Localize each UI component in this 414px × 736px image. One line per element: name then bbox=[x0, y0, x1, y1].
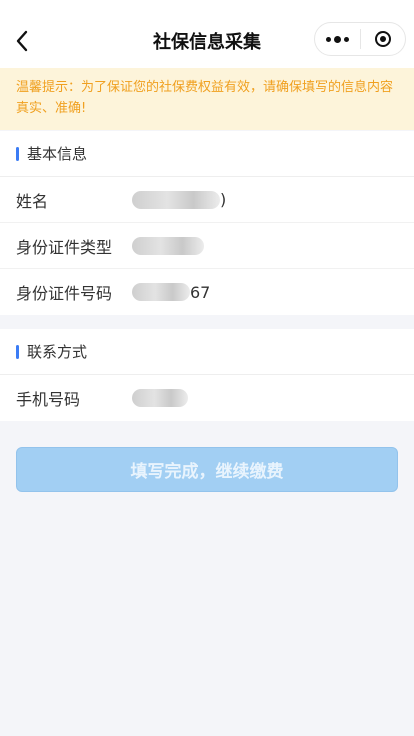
redacted-mask bbox=[132, 190, 220, 209]
value-suffix: 67 bbox=[190, 282, 211, 302]
basic-info-section: 基本信息 姓名 ) 身份证件类型 身份证件号码 67 bbox=[0, 131, 414, 315]
id-number-field[interactable]: 身份证件号码 67 bbox=[0, 269, 414, 315]
navigation-bar: 社保信息采集 bbox=[0, 0, 414, 68]
field-label: 身份证件类型 bbox=[16, 237, 113, 257]
field-label: 身份证件号码 bbox=[16, 284, 113, 303]
section-title: 联系方式 bbox=[27, 343, 88, 361]
redacted-mask bbox=[132, 389, 188, 407]
phone-field[interactable]: 手机号码 bbox=[0, 375, 414, 421]
field-label: 手机号码 bbox=[16, 390, 81, 409]
close-mini-program-button[interactable] bbox=[361, 23, 406, 55]
value-suffix: ) bbox=[220, 190, 227, 209]
field-value: ) bbox=[132, 190, 226, 209]
section-accent-bar bbox=[16, 146, 19, 161]
more-dots-icon bbox=[325, 35, 349, 43]
contact-section: 联系方式 手机号码 bbox=[0, 329, 414, 421]
field-label: 姓名 bbox=[16, 191, 49, 211]
target-icon bbox=[374, 31, 391, 47]
field-value bbox=[132, 389, 188, 407]
notice-banner: 温馨提示：为了保证您的社保费权益有效，请确保填写的信息内容真实、准确! bbox=[0, 68, 414, 130]
redacted-mask bbox=[132, 236, 204, 255]
section-header: 基本信息 bbox=[0, 131, 414, 177]
section-accent-bar bbox=[16, 344, 19, 359]
section-title: 基本信息 bbox=[27, 145, 88, 163]
continue-payment-button[interactable]: 填写完成，继续缴费 bbox=[16, 447, 398, 492]
field-value: 67 bbox=[132, 283, 210, 302]
name-field[interactable]: 姓名 ) bbox=[0, 177, 414, 223]
field-value bbox=[132, 236, 204, 255]
redacted-mask bbox=[132, 283, 190, 301]
id-type-field[interactable]: 身份证件类型 bbox=[0, 223, 414, 269]
more-button[interactable] bbox=[315, 23, 360, 55]
section-header: 联系方式 bbox=[0, 329, 414, 375]
mini-program-capsule bbox=[314, 22, 406, 56]
